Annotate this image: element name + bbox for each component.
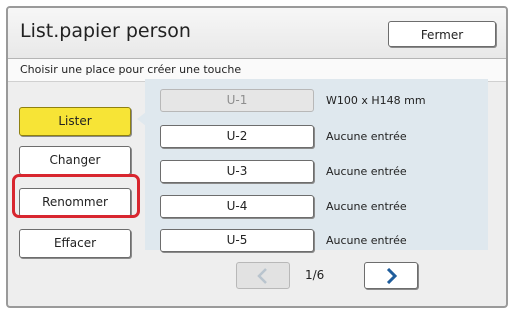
change-button[interactable]: Changer: [19, 146, 131, 175]
chevron-left-icon: [257, 268, 267, 284]
page-title: List.papier person: [20, 20, 191, 42]
slot-description-u4: Aucune entrée: [326, 200, 407, 213]
slot-description-u2: Aucune entrée: [326, 130, 407, 143]
slot-button-u3[interactable]: U-3: [160, 160, 314, 183]
slot-button-u2[interactable]: U-2: [160, 125, 314, 148]
slot-button-u1[interactable]: U-1: [160, 89, 314, 112]
slot-button-u4[interactable]: U-4: [160, 195, 314, 218]
instruction-text: Choisir une place pour créer une touche: [20, 63, 242, 76]
panel-pointer: [137, 112, 146, 126]
next-page-button[interactable]: [364, 262, 418, 289]
slot-description-u3: Aucune entrée: [326, 165, 407, 178]
dialog-header: List.papier person Fermer: [8, 8, 506, 59]
previous-page-button[interactable]: [236, 262, 290, 289]
page-indicator: 1/6: [305, 268, 325, 282]
delete-button[interactable]: Effacer: [19, 229, 131, 258]
slot-button-u5[interactable]: U-5: [160, 229, 314, 252]
slot-description-u5: Aucune entrée: [326, 234, 407, 247]
list-button[interactable]: Lister: [19, 107, 131, 136]
slot-description-u1: W100 x H148 mm: [326, 94, 426, 107]
close-button[interactable]: Fermer: [388, 21, 496, 47]
chevron-right-icon: [386, 268, 398, 284]
rename-highlight-outline: [12, 174, 140, 218]
